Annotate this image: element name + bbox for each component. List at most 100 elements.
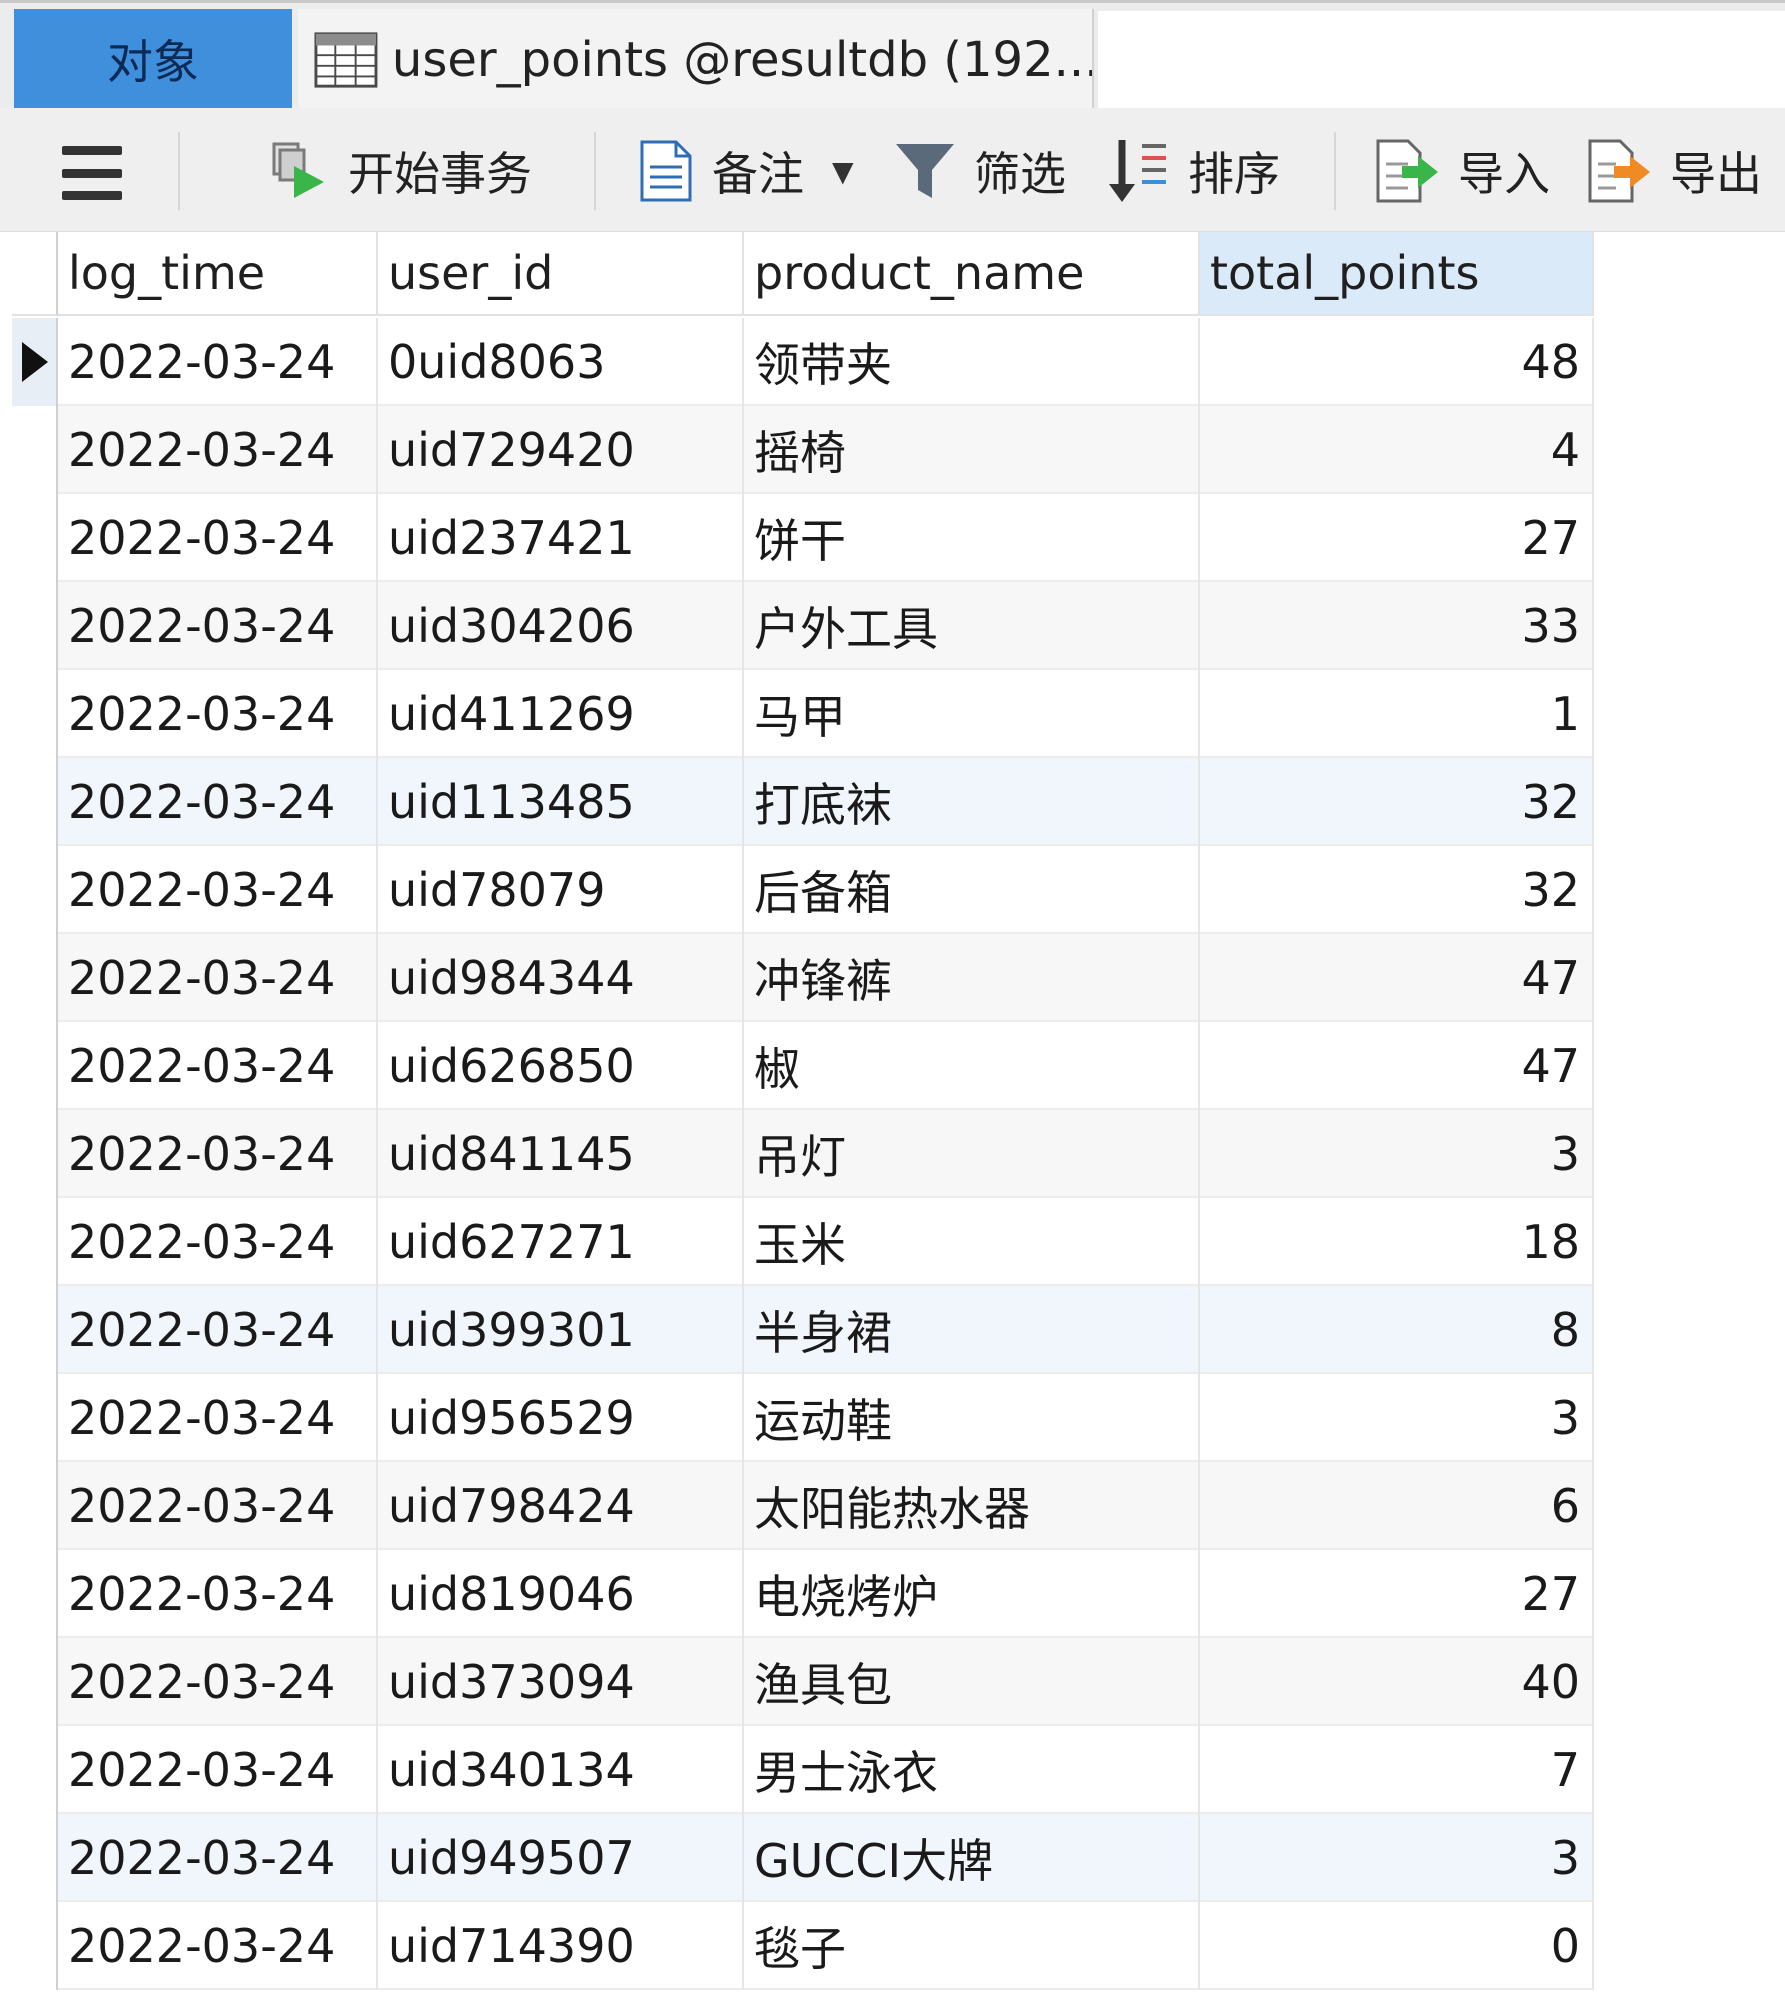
row-selector[interactable] (12, 846, 58, 934)
table-row[interactable]: 2022-03-24 uid729420 摇椅 4 (58, 406, 1594, 494)
row-selector[interactable] (12, 1286, 58, 1374)
row-selector[interactable] (12, 1374, 58, 1462)
cell-product-name[interactable]: 户外工具 (744, 582, 1200, 670)
cell-log-time[interactable]: 2022-03-24 (58, 1638, 378, 1726)
cell-log-time[interactable]: 2022-03-24 (58, 582, 378, 670)
cell-user-id[interactable]: uid411269 (378, 670, 744, 758)
cell-total-points[interactable]: 27 (1200, 494, 1594, 582)
column-header-user-id[interactable]: user_id (378, 232, 744, 316)
table-row[interactable]: 2022-03-24 uid627271 玉米 18 (58, 1198, 1594, 1286)
cell-log-time[interactable]: 2022-03-24 (58, 406, 378, 494)
cell-log-time[interactable]: 2022-03-24 (58, 846, 378, 934)
table-row[interactable]: 2022-03-24 uid78079 后备箱 32 (58, 846, 1594, 934)
cell-product-name[interactable]: 毯子 (744, 1902, 1200, 1990)
row-selector[interactable] (12, 406, 58, 494)
cell-product-name[interactable]: 打底袜 (744, 758, 1200, 846)
cell-user-id[interactable]: uid841145 (378, 1110, 744, 1198)
row-selector[interactable] (12, 670, 58, 758)
cell-total-points[interactable]: 3 (1200, 1110, 1594, 1198)
cell-user-id[interactable]: uid78079 (378, 846, 744, 934)
cell-total-points[interactable]: 8 (1200, 1286, 1594, 1374)
menu-icon[interactable] (62, 146, 122, 200)
cell-total-points[interactable]: 48 (1200, 318, 1594, 406)
row-selector[interactable] (12, 1638, 58, 1726)
cell-user-id[interactable]: uid984344 (378, 934, 744, 1022)
cell-total-points[interactable]: 18 (1200, 1198, 1594, 1286)
cell-product-name[interactable]: 椒 (744, 1022, 1200, 1110)
tab-user-points[interactable]: user_points @resultdb (192.... (298, 9, 1094, 111)
cell-user-id[interactable]: uid956529 (378, 1374, 744, 1462)
cell-total-points[interactable]: 27 (1200, 1550, 1594, 1638)
table-row[interactable]: 2022-03-24 uid373094 渔具包 40 (58, 1638, 1594, 1726)
cell-total-points[interactable]: 3 (1200, 1814, 1594, 1902)
table-row[interactable]: 2022-03-24 uid841145 吊灯 3 (58, 1110, 1594, 1198)
cell-total-points[interactable]: 6 (1200, 1462, 1594, 1550)
row-selector[interactable] (12, 1110, 58, 1198)
cell-log-time[interactable]: 2022-03-24 (58, 1286, 378, 1374)
cell-total-points[interactable]: 0 (1200, 1902, 1594, 1990)
cell-product-name[interactable]: 半身裙 (744, 1286, 1200, 1374)
table-row[interactable]: 2022-03-24 uid411269 马甲 1 (58, 670, 1594, 758)
row-selector[interactable] (12, 318, 58, 406)
table-row[interactable]: 2022-03-24 uid956529 运动鞋 3 (58, 1374, 1594, 1462)
row-selector[interactable] (12, 1022, 58, 1110)
cell-product-name[interactable]: 太阳能热水器 (744, 1462, 1200, 1550)
cell-user-id[interactable]: uid798424 (378, 1462, 744, 1550)
cell-total-points[interactable]: 33 (1200, 582, 1594, 670)
row-selector[interactable] (12, 934, 58, 1022)
tab-objects[interactable]: 对象 (14, 9, 292, 109)
table-row[interactable]: 2022-03-24 uid798424 太阳能热水器 6 (58, 1462, 1594, 1550)
export-button[interactable]: 导出 (1586, 138, 1762, 204)
cell-product-name[interactable]: 后备箱 (744, 846, 1200, 934)
cell-total-points[interactable]: 3 (1200, 1374, 1594, 1462)
table-row[interactable]: 2022-03-24 uid237421 饼干 27 (58, 494, 1594, 582)
row-selector[interactable] (12, 582, 58, 670)
row-selector[interactable] (12, 1814, 58, 1902)
row-selector[interactable] (12, 1726, 58, 1814)
row-selector[interactable] (12, 1462, 58, 1550)
cell-user-id[interactable]: 0uid8063 (378, 318, 744, 406)
cell-product-name[interactable]: 领带夹 (744, 318, 1200, 406)
row-selector[interactable] (12, 494, 58, 582)
cell-product-name[interactable]: 摇椅 (744, 406, 1200, 494)
cell-log-time[interactable]: 2022-03-24 (58, 1550, 378, 1638)
cell-log-time[interactable]: 2022-03-24 (58, 934, 378, 1022)
table-row[interactable]: 2022-03-24 0uid8063 领带夹 48 (58, 318, 1594, 406)
chevron-down-icon[interactable]: ▼ (832, 155, 854, 188)
cell-product-name[interactable]: 马甲 (744, 670, 1200, 758)
table-row[interactable]: 2022-03-24 uid714390 毯子 0 (58, 1902, 1594, 1990)
cell-user-id[interactable]: uid729420 (378, 406, 744, 494)
table-row[interactable]: 2022-03-24 uid984344 冲锋裤 47 (58, 934, 1594, 1022)
table-row[interactable]: 2022-03-24 uid819046 电烧烤炉 27 (58, 1550, 1594, 1638)
cell-log-time[interactable]: 2022-03-24 (58, 1902, 378, 1990)
cell-log-time[interactable]: 2022-03-24 (58, 318, 378, 406)
cell-product-name[interactable]: 运动鞋 (744, 1374, 1200, 1462)
import-button[interactable]: 导入 (1374, 138, 1550, 204)
cell-log-time[interactable]: 2022-03-24 (58, 1022, 378, 1110)
cell-product-name[interactable]: 电烧烤炉 (744, 1550, 1200, 1638)
cell-user-id[interactable]: uid373094 (378, 1638, 744, 1726)
begin-transaction-button[interactable]: 开始事务 (268, 138, 532, 204)
cell-user-id[interactable]: uid714390 (378, 1902, 744, 1990)
cell-product-name[interactable]: 渔具包 (744, 1638, 1200, 1726)
cell-user-id[interactable]: uid340134 (378, 1726, 744, 1814)
table-row[interactable]: 2022-03-24 uid949507 GUCCI大牌 3 (58, 1814, 1594, 1902)
cell-product-name[interactable]: GUCCI大牌 (744, 1814, 1200, 1902)
column-header-total-points[interactable]: total_points (1200, 232, 1594, 316)
cell-log-time[interactable]: 2022-03-24 (58, 1462, 378, 1550)
cell-user-id[interactable]: uid113485 (378, 758, 744, 846)
cell-user-id[interactable]: uid304206 (378, 582, 744, 670)
cell-log-time[interactable]: 2022-03-24 (58, 758, 378, 846)
cell-total-points[interactable]: 32 (1200, 846, 1594, 934)
row-selector[interactable] (12, 1550, 58, 1638)
cell-product-name[interactable]: 冲锋裤 (744, 934, 1200, 1022)
cell-user-id[interactable]: uid399301 (378, 1286, 744, 1374)
column-header-log-time[interactable]: log_time (58, 232, 378, 316)
table-row[interactable]: 2022-03-24 uid340134 男士泳衣 7 (58, 1726, 1594, 1814)
sort-button[interactable]: 排序 (1108, 138, 1280, 204)
cell-total-points[interactable]: 40 (1200, 1638, 1594, 1726)
cell-user-id[interactable]: uid626850 (378, 1022, 744, 1110)
row-selector[interactable] (12, 1902, 58, 1990)
cell-product-name[interactable]: 饼干 (744, 494, 1200, 582)
cell-total-points[interactable]: 32 (1200, 758, 1594, 846)
